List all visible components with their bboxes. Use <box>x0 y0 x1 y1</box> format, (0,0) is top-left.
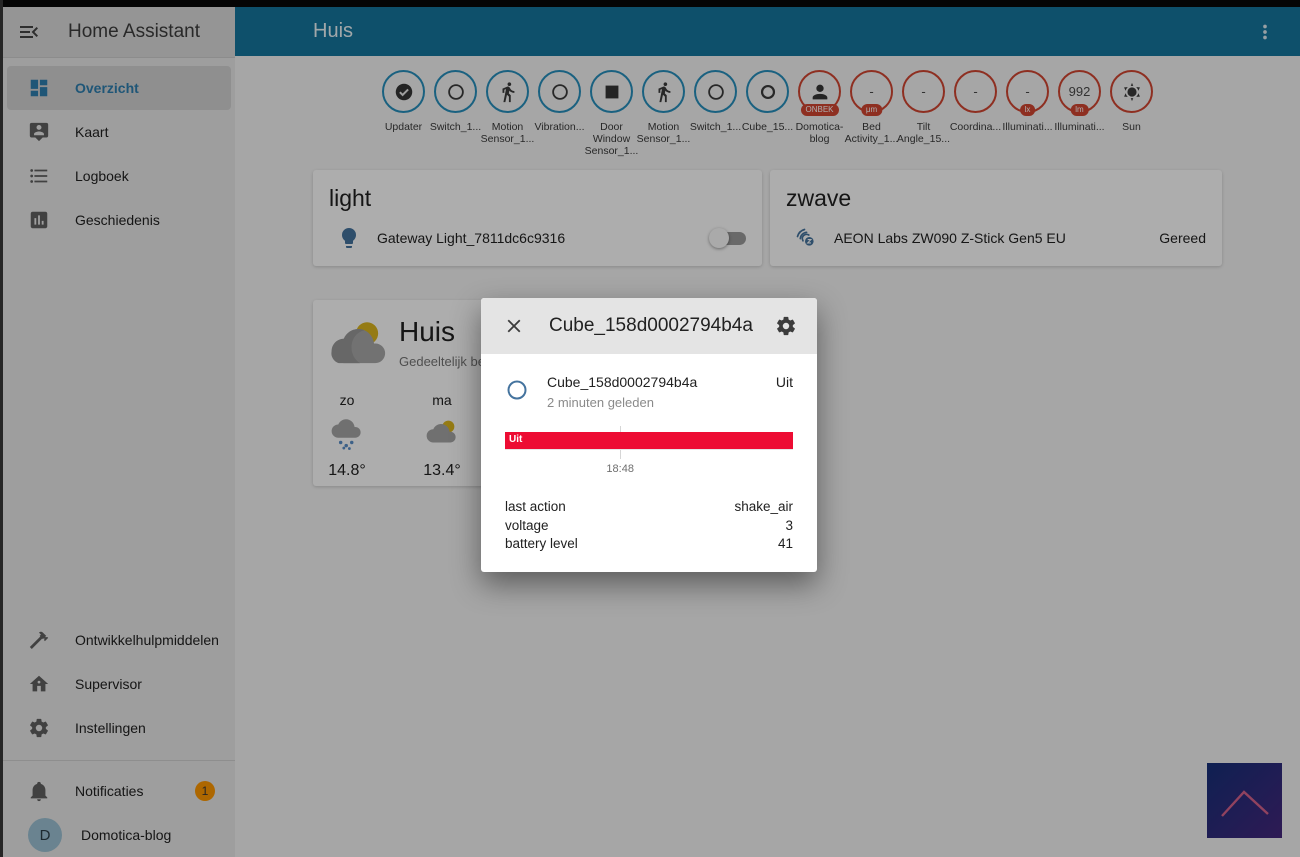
dialog-entity-text: Cube_158d0002794b4a 2 minuten geleden <box>547 374 697 410</box>
dialog-gear-icon[interactable] <box>775 315 797 337</box>
dialog-entity-state: Uit <box>776 374 793 390</box>
attributes-list: last action shake_air voltage 3 battery … <box>505 498 793 554</box>
dialog-entity-name: Cube_158d0002794b4a <box>547 374 697 390</box>
window-left-edge <box>0 0 3 857</box>
window-top-edge <box>0 0 1300 7</box>
attribute-row: battery level 41 <box>505 535 793 554</box>
attribute-row: voltage 3 <box>505 517 793 536</box>
home-assistant-screen: Home Assistant Overzicht Kaart Logboek G… <box>0 0 1300 857</box>
entity-dialog: Cube_158d0002794b4a Cube_158d0002794b4a … <box>481 298 817 572</box>
chart-tick-label: 18:48 <box>606 463 634 475</box>
history-bar-label: Uit <box>509 434 522 445</box>
dialog-body: Cube_158d0002794b4a 2 minuten geleden Ui… <box>481 354 817 572</box>
dialog-entity-row[interactable]: Cube_158d0002794b4a 2 minuten geleden Ui… <box>505 366 793 410</box>
dialog-entity-last-changed: 2 minuten geleden <box>547 395 697 410</box>
close-icon[interactable] <box>503 315 525 337</box>
radiobox-blank-icon <box>505 378 529 402</box>
attribute-row: last action shake_air <box>505 498 793 517</box>
dialog-title: Cube_158d0002794b4a <box>549 315 775 337</box>
history-bar: Uit <box>505 432 793 450</box>
dialog-header: Cube_158d0002794b4a <box>481 298 817 354</box>
history-chart: Uit 18:48 <box>505 432 793 480</box>
